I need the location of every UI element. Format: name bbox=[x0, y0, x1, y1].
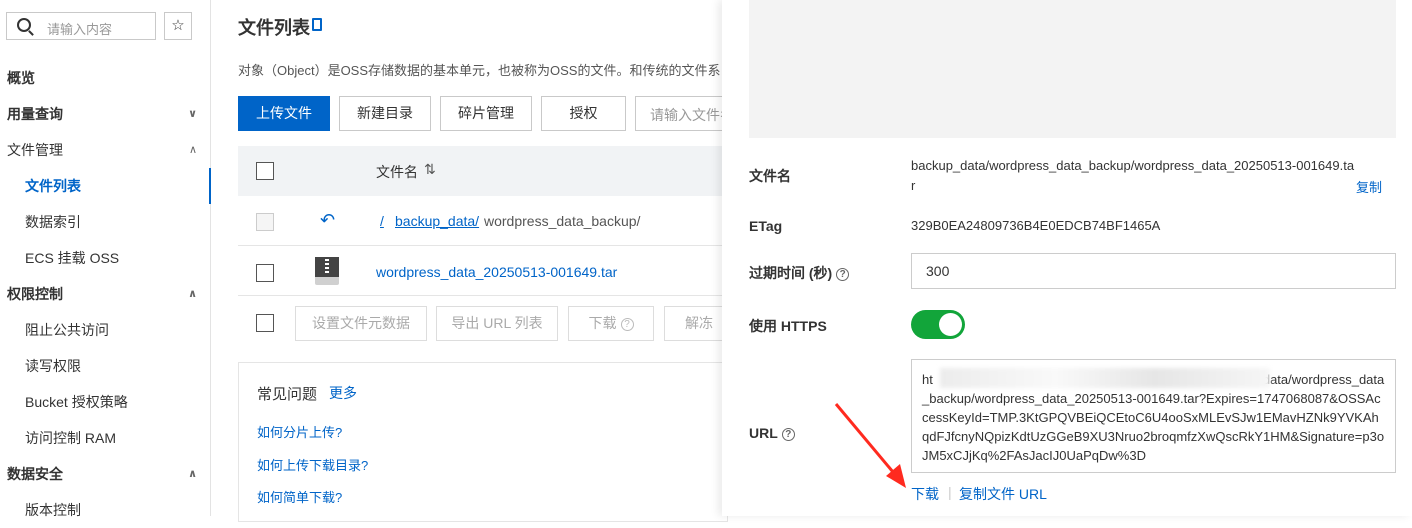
filename-value: backup_data/wordpress_data_backup/wordpr… bbox=[911, 158, 1355, 193]
upload-button[interactable]: 上传文件 bbox=[238, 96, 330, 131]
filename-label: 文件名 bbox=[749, 168, 791, 184]
download-url-link[interactable]: 下载 bbox=[911, 484, 939, 504]
faq-more-link[interactable]: 更多 bbox=[329, 383, 357, 403]
table-row-breadcrumb: ↶ / backup_data/ wordpress_data_backup/ bbox=[238, 196, 728, 246]
sidebar-item-versioning[interactable]: 版本控制 bbox=[0, 492, 211, 528]
fragment-management-button[interactable]: 碎片管理 bbox=[440, 96, 532, 131]
breadcrumb-current: wordpress_data_backup/ bbox=[484, 213, 641, 229]
sidebar-item-ram[interactable]: 访问控制 RAM bbox=[0, 420, 211, 456]
star-button[interactable]: ☆ bbox=[164, 12, 192, 40]
help-icon: ? bbox=[620, 317, 634, 331]
chevron-down-icon: ∨ bbox=[188, 108, 197, 120]
bulk-select-checkbox[interactable] bbox=[256, 314, 274, 332]
expire-label: 过期时间 (秒)? bbox=[749, 263, 850, 283]
copy-filename-link[interactable]: 复制 bbox=[1356, 177, 1382, 196]
clipboard-icon[interactable] bbox=[312, 18, 322, 31]
archive-file-icon bbox=[315, 257, 339, 285]
file-preview-area bbox=[749, 0, 1396, 138]
new-directory-button[interactable]: 新建目录 bbox=[339, 96, 431, 131]
sidebar-item-ecs-mount[interactable]: ECS 挂载 OSS bbox=[0, 240, 211, 276]
sidebar-item-usage[interactable]: 用量查询 ∨ bbox=[0, 96, 211, 132]
chevron-up-icon: ∧ bbox=[188, 468, 197, 480]
row-checkbox[interactable] bbox=[256, 264, 274, 282]
page-title: 文件列表 bbox=[238, 18, 310, 38]
row-checkbox bbox=[256, 213, 274, 231]
export-url-button[interactable]: 导出 URL 列表 bbox=[436, 306, 558, 341]
sort-icon[interactable]: ⇅ bbox=[424, 161, 436, 178]
faq-title: 常见问题 bbox=[257, 386, 318, 403]
sidebar-item-access-control[interactable]: 权限控制 ∧ bbox=[0, 276, 211, 312]
expire-input[interactable]: 300 bbox=[911, 253, 1396, 289]
url-blur-mask bbox=[940, 368, 1270, 388]
faq-panel: 常见问题 更多 如何分片上传? 如何上传下载目录? 如何简单下载? bbox=[238, 362, 728, 522]
download-button-disabled[interactable]: 下载? bbox=[568, 306, 654, 341]
divider: | bbox=[948, 484, 952, 500]
table-row[interactable]: wordpress_data_20250513-001649.tar bbox=[238, 246, 728, 296]
chevron-up-icon: ∧ bbox=[188, 288, 197, 300]
etag-value: 329B0EA24809736B4E0EDCB74BF1465A bbox=[911, 218, 1161, 233]
faq-link[interactable]: 如何简单下载? bbox=[257, 487, 342, 506]
sidebar-item-file-management[interactable]: 文件管理 ∧ bbox=[0, 132, 211, 168]
file-search-input[interactable]: 请输入文件名 bbox=[635, 96, 735, 131]
sidebar-item-overview[interactable]: 概览 bbox=[0, 60, 211, 96]
faq-link[interactable]: 如何上传下载目录? bbox=[257, 455, 368, 474]
set-metadata-button[interactable]: 设置文件元数据 bbox=[295, 306, 427, 341]
https-toggle[interactable] bbox=[911, 310, 965, 339]
url-prefix: ht bbox=[922, 372, 933, 387]
sidebar-search-input[interactable]: 请输入内容 bbox=[6, 12, 156, 40]
authorize-button[interactable]: 授权 bbox=[541, 96, 626, 131]
breadcrumb-root[interactable]: / bbox=[380, 213, 384, 229]
sidebar-item-rw-permission[interactable]: 读写权限 bbox=[0, 348, 211, 384]
back-icon[interactable]: ↶ bbox=[320, 210, 335, 231]
faq-link[interactable]: 如何分片上传? bbox=[257, 422, 342, 441]
search-placeholder: 请输入内容 bbox=[47, 22, 113, 37]
column-header-filename: 文件名 bbox=[376, 164, 418, 180]
etag-label: ETag bbox=[749, 218, 783, 234]
table-header: 文件名 ⇅ bbox=[238, 146, 728, 196]
chevron-up-icon: ∧ bbox=[188, 144, 197, 156]
copy-url-link[interactable]: 复制文件 URL bbox=[959, 484, 1047, 504]
sidebar-item-bucket-policy[interactable]: Bucket 授权策略 bbox=[0, 384, 211, 420]
file-detail-drawer: 文件名 backup_data/wordpress_data_backup/wo… bbox=[722, 0, 1412, 516]
annotation-arrow-icon bbox=[834, 403, 906, 488]
file-name-link[interactable]: wordpress_data_20250513-001649.tar bbox=[376, 264, 617, 280]
sidebar-item-block-public[interactable]: 阻止公共访问 bbox=[0, 312, 211, 348]
help-icon[interactable]: ? bbox=[781, 427, 795, 441]
breadcrumb-backup-data[interactable]: backup_data/ bbox=[395, 213, 479, 229]
sidebar-item-data-security[interactable]: 数据安全 ∧ bbox=[0, 456, 211, 492]
sidebar: 请输入内容 ☆ 概览 用量查询 ∨ 文件管理 ∧ 文件列表 数据索引 ECS 挂载 … bbox=[0, 0, 211, 518]
sidebar-item-data-index[interactable]: 数据索引 bbox=[0, 204, 211, 240]
url-label: URL? bbox=[749, 425, 795, 441]
select-all-checkbox[interactable] bbox=[256, 162, 274, 180]
page-description: 对象（Object）是OSS存储数据的基本单元，也被称为OSS的文件。和传统的文… bbox=[238, 63, 721, 78]
sidebar-item-file-list[interactable]: 文件列表 bbox=[0, 168, 211, 204]
bulk-actions: 设置文件元数据 导出 URL 列表 下载? 解冻 bbox=[238, 296, 734, 354]
help-icon[interactable]: ? bbox=[836, 267, 850, 281]
main-content: 文件列表 对象（Object）是OSS存储数据的基本单元，也被称为OSS的文件。… bbox=[212, 0, 735, 522]
toggle-knob bbox=[939, 313, 962, 336]
search-icon bbox=[17, 18, 31, 32]
https-label: 使用 HTTPS bbox=[749, 318, 827, 334]
